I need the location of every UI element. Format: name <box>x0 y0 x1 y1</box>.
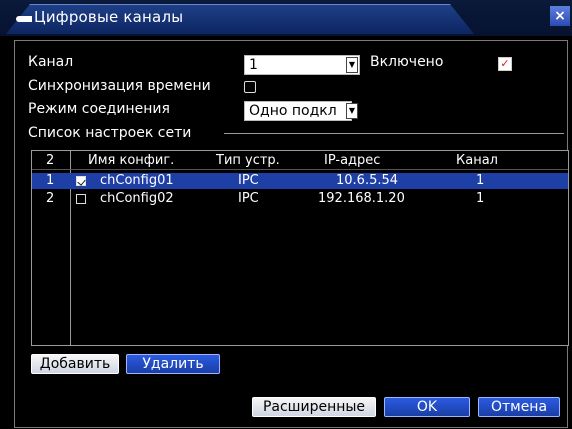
device-type: IPC <box>238 173 259 188</box>
row-count-header: 2 <box>46 153 55 168</box>
config-name: chConfig01 <box>100 173 174 188</box>
add-button[interactable]: Добавить <box>31 354 119 374</box>
chevron-down-icon[interactable]: ▼ <box>346 57 358 73</box>
ok-button[interactable]: OK <box>384 397 470 417</box>
time-sync-checkbox[interactable] <box>244 81 256 93</box>
connection-mode-value: Одно подкл <box>249 103 337 119</box>
row-checkbox[interactable] <box>76 176 86 186</box>
config-name: chConfig02 <box>100 191 174 206</box>
digital-channels-window: Цифровые каналы × Канал 1 ▼ Включено ✓ С… <box>0 0 572 429</box>
column-header-channel[interactable]: Канал <box>456 153 498 168</box>
chevron-down-icon[interactable]: ▼ <box>346 103 358 119</box>
title-bar: Цифровые каналы × <box>0 0 572 36</box>
table-row[interactable]: 2 chConfig02 IPC 192.168.1.20 1 <box>32 191 568 207</box>
enabled-label: Включено <box>370 54 444 70</box>
column-header-ip[interactable]: IP-адрес <box>324 153 380 168</box>
advanced-button[interactable]: Расширенные <box>252 397 376 417</box>
ip-address: 10.6.5.54 <box>336 173 399 188</box>
device-type: IPC <box>238 191 259 206</box>
row-checkbox[interactable] <box>76 194 86 204</box>
channel-select[interactable]: 1 <box>244 55 360 75</box>
column-header-type[interactable]: Тип устр. <box>216 153 280 168</box>
column-header-name[interactable]: Имя конфиг. <box>88 153 174 168</box>
connection-mode-label: Режим соединения <box>28 101 170 117</box>
channel-number: 1 <box>476 173 485 188</box>
network-list-label: Список настроек сети <box>28 125 192 141</box>
delete-button[interactable]: Удалить <box>126 354 220 374</box>
channel-number: 1 <box>476 191 485 206</box>
header-divider <box>32 169 568 170</box>
group-divider <box>224 133 564 134</box>
window-title: Цифровые каналы <box>34 8 184 26</box>
close-button[interactable]: × <box>550 6 570 26</box>
cancel-button[interactable]: Отмена <box>478 397 560 417</box>
title-arrow-icon <box>16 16 32 22</box>
channel-select-value: 1 <box>249 57 258 73</box>
ip-address: 192.168.1.20 <box>318 191 405 206</box>
time-sync-label: Синхронизация времени <box>28 78 211 94</box>
connection-mode-select[interactable]: Одно подкл <box>244 101 352 121</box>
table-row[interactable]: 1 chConfig01 IPC 10.6.5.54 1 <box>32 173 568 189</box>
enabled-checkbox[interactable]: ✓ <box>498 57 512 71</box>
row-number: 2 <box>46 191 55 206</box>
network-config-table[interactable]: 2 Имя конфиг. Тип устр. IP-адрес Канал 1… <box>31 150 569 346</box>
channel-label: Канал <box>28 54 74 70</box>
row-number: 1 <box>46 173 55 188</box>
